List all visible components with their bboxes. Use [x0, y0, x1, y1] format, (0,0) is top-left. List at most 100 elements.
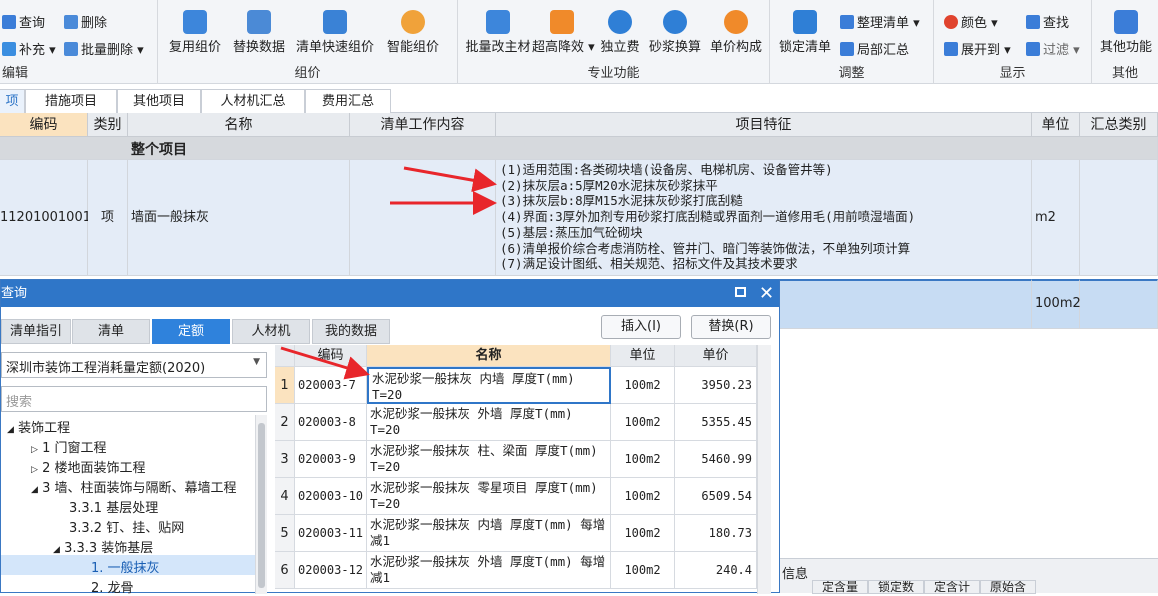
quota-cell-price[interactable]: 3950.23: [675, 367, 757, 404]
tab-labor-material-summary[interactable]: 人材机汇总: [201, 89, 305, 113]
bottom-tab[interactable]: 原始含: [980, 580, 1036, 594]
scrollbar-thumb[interactable]: [258, 423, 265, 588]
close-icon[interactable]: ✕: [759, 280, 774, 307]
header-name[interactable]: 名称: [128, 113, 350, 137]
row-type[interactable]: 项: [88, 160, 128, 276]
replace-button[interactable]: 替换(R): [691, 315, 771, 339]
organize-bill-button[interactable]: 整理清单 ▾: [840, 12, 920, 31]
tab-other-items[interactable]: 其他项目: [117, 89, 201, 113]
row2-summary-category[interactable]: [1080, 279, 1158, 329]
row-unit[interactable]: m2: [1032, 160, 1080, 276]
quota-cell-unit[interactable]: 100m2: [611, 552, 675, 589]
quota-cell-no[interactable]: 3: [275, 441, 295, 478]
quota-cell-price[interactable]: 5460.99: [675, 441, 757, 478]
query-button[interactable]: 查询: [2, 12, 45, 31]
library-select[interactable]: 深圳市装饰工程消耗量定额(2020) ▼: [1, 352, 267, 378]
header-work-content[interactable]: 清单工作内容: [350, 113, 496, 137]
replace-data-button[interactable]: 替换数据: [228, 10, 290, 55]
color-button[interactable]: 颜色 ▾: [944, 12, 998, 31]
quota-cell-code[interactable]: 020003-9: [295, 441, 367, 478]
batch-main-material-button[interactable]: 批量改主材: [462, 10, 534, 55]
lock-bill-button[interactable]: 锁定清单: [776, 10, 834, 55]
dtab-labor-material[interactable]: 人材机: [232, 319, 310, 344]
dialog-titlebar[interactable]: 查询 ✕: [1, 280, 779, 307]
filter-button[interactable]: 过滤 ▾: [1026, 39, 1080, 58]
tree-leaf-keel[interactable]: 2. 龙骨: [91, 577, 134, 596]
row-code[interactable]: 11201001001: [0, 160, 91, 276]
tab-items[interactable]: 项: [0, 89, 25, 113]
search-input[interactable]: 搜索: [1, 386, 267, 412]
col-name[interactable]: 名称: [367, 345, 611, 367]
insert-button[interactable]: 插入(I): [601, 315, 681, 339]
delete-button[interactable]: 删除: [64, 12, 107, 31]
tree-leaf-general-plaster[interactable]: 1. 一般抹灰: [1, 555, 255, 576]
bottom-tab[interactable]: 锁定数: [868, 580, 924, 594]
dtab-quota[interactable]: 定额: [152, 319, 230, 344]
quota-cell-name[interactable]: 水泥砂浆一般抹灰 柱、梁面 厚度T(mm) T=20: [367, 441, 611, 478]
col-price[interactable]: 单价: [675, 345, 757, 367]
header-unit[interactable]: 单位: [1032, 113, 1080, 137]
quota-cell-price[interactable]: 240.4: [675, 552, 757, 589]
partial-summary-button[interactable]: 局部汇总: [840, 39, 909, 58]
dtab-bill-guide[interactable]: 清单指引: [1, 319, 71, 344]
row-summary-category[interactable]: [1080, 160, 1158, 276]
header-summary-category[interactable]: 汇总类别: [1080, 113, 1158, 137]
quota-cell-price[interactable]: 6509.54: [675, 478, 757, 515]
bottom-tab[interactable]: 定含计: [924, 580, 980, 594]
unit-price-compose-button[interactable]: 单价构成: [706, 10, 766, 55]
quota-cell-unit[interactable]: 100m2: [611, 441, 675, 478]
quota-cell-code[interactable]: 020003-10: [295, 478, 367, 515]
col-unit[interactable]: 单位: [611, 345, 675, 367]
quota-cell-price[interactable]: 180.73: [675, 515, 757, 552]
tree-node-decor-base[interactable]: ◢ 3.3.3 装饰基层: [53, 537, 153, 556]
header-type[interactable]: 类别: [88, 113, 128, 137]
quota-cell-unit[interactable]: 100m2: [611, 515, 675, 552]
quota-cell-code[interactable]: 020003-11: [295, 515, 367, 552]
header-code[interactable]: 编码: [0, 113, 88, 137]
quota-cell-name[interactable]: 水泥砂浆一般抹灰 外墙 厚度T(mm) 每增减1: [367, 552, 611, 589]
dtab-bill[interactable]: 清单: [72, 319, 150, 344]
tab-fee-summary[interactable]: 费用汇总: [305, 89, 391, 113]
quota-cell-name[interactable]: 水泥砂浆一般抹灰 零星项目 厚度T(mm) T=20: [367, 478, 611, 515]
quota-cell-name[interactable]: 水泥砂浆一般抹灰 外墙 厚度T(mm) T=20: [367, 404, 611, 441]
independent-fee-button[interactable]: 独立费: [596, 10, 644, 55]
find-button[interactable]: 查找: [1026, 12, 1069, 31]
row-name[interactable]: 墙面一般抹灰: [128, 160, 350, 276]
quota-cell-name[interactable]: 水泥砂浆一般抹灰 内墙 厚度T(mm) T=20: [367, 367, 611, 404]
row-features[interactable]: (1)适用范围:各类砌块墙(设备房、电梯机房、设备管井等) (2)抹灰层a:5厚…: [496, 160, 1032, 276]
batch-delete-button[interactable]: 批量删除 ▾: [64, 39, 144, 58]
quota-cell-code[interactable]: 020003-8: [295, 404, 367, 441]
tab-measures[interactable]: 措施项目: [25, 89, 117, 113]
row2-features[interactable]: [780, 279, 1032, 329]
other-functions-button[interactable]: 其他功能: [1094, 10, 1158, 55]
quota-cell-unit[interactable]: 100m2: [611, 478, 675, 515]
tree-node-walls[interactable]: ◢ 3 墙、柱面装饰与隔断、幕墙工程: [31, 477, 236, 496]
dtab-my-data[interactable]: 我的数据: [312, 319, 390, 344]
quota-cell-no[interactable]: 6: [275, 552, 295, 589]
quota-cell-code[interactable]: 020003-12: [295, 552, 367, 589]
quota-cell-unit[interactable]: 100m2: [611, 404, 675, 441]
reuse-price-button[interactable]: 复用组价: [164, 10, 226, 55]
bottom-tab[interactable]: 定含量: [812, 580, 868, 594]
quota-cell-no[interactable]: 5: [275, 515, 295, 552]
header-features[interactable]: 项目特征: [496, 113, 1032, 137]
tree-node-base[interactable]: 3.3.1 基层处理: [69, 497, 158, 516]
quota-cell-name[interactable]: 水泥砂浆一般抹灰 内墙 厚度T(mm) 每增减1: [367, 515, 611, 552]
table-scrollbar[interactable]: [757, 345, 771, 594]
tree-scrollbar[interactable]: [255, 415, 267, 594]
super-high-reduce-button[interactable]: 超高降效 ▾: [532, 10, 595, 55]
bottom-info-tab[interactable]: 信息: [782, 563, 808, 582]
mortar-convert-button[interactable]: 砂浆换算: [646, 10, 704, 55]
smart-price-button[interactable]: 智能组价: [382, 10, 444, 55]
row2-unit[interactable]: 100m2: [1032, 279, 1081, 329]
tree-node-doors[interactable]: ▷ 1 门窗工程: [31, 437, 106, 456]
tree-root[interactable]: ◢ 装饰工程: [7, 417, 70, 436]
quota-cell-unit[interactable]: 100m2: [611, 367, 675, 404]
quota-cell-no[interactable]: 2: [275, 404, 295, 441]
quota-cell-price[interactable]: 5355.45: [675, 404, 757, 441]
bill-quick-price-button[interactable]: 清单快速组价: [292, 10, 378, 55]
expand-to-button[interactable]: 展开到 ▾: [944, 39, 1011, 58]
maximize-icon[interactable]: [735, 287, 746, 297]
tree-node-mesh[interactable]: 3.3.2 钉、挂、贴网: [69, 517, 184, 536]
tree-node-floors[interactable]: ▷ 2 楼地面装饰工程: [31, 457, 145, 476]
